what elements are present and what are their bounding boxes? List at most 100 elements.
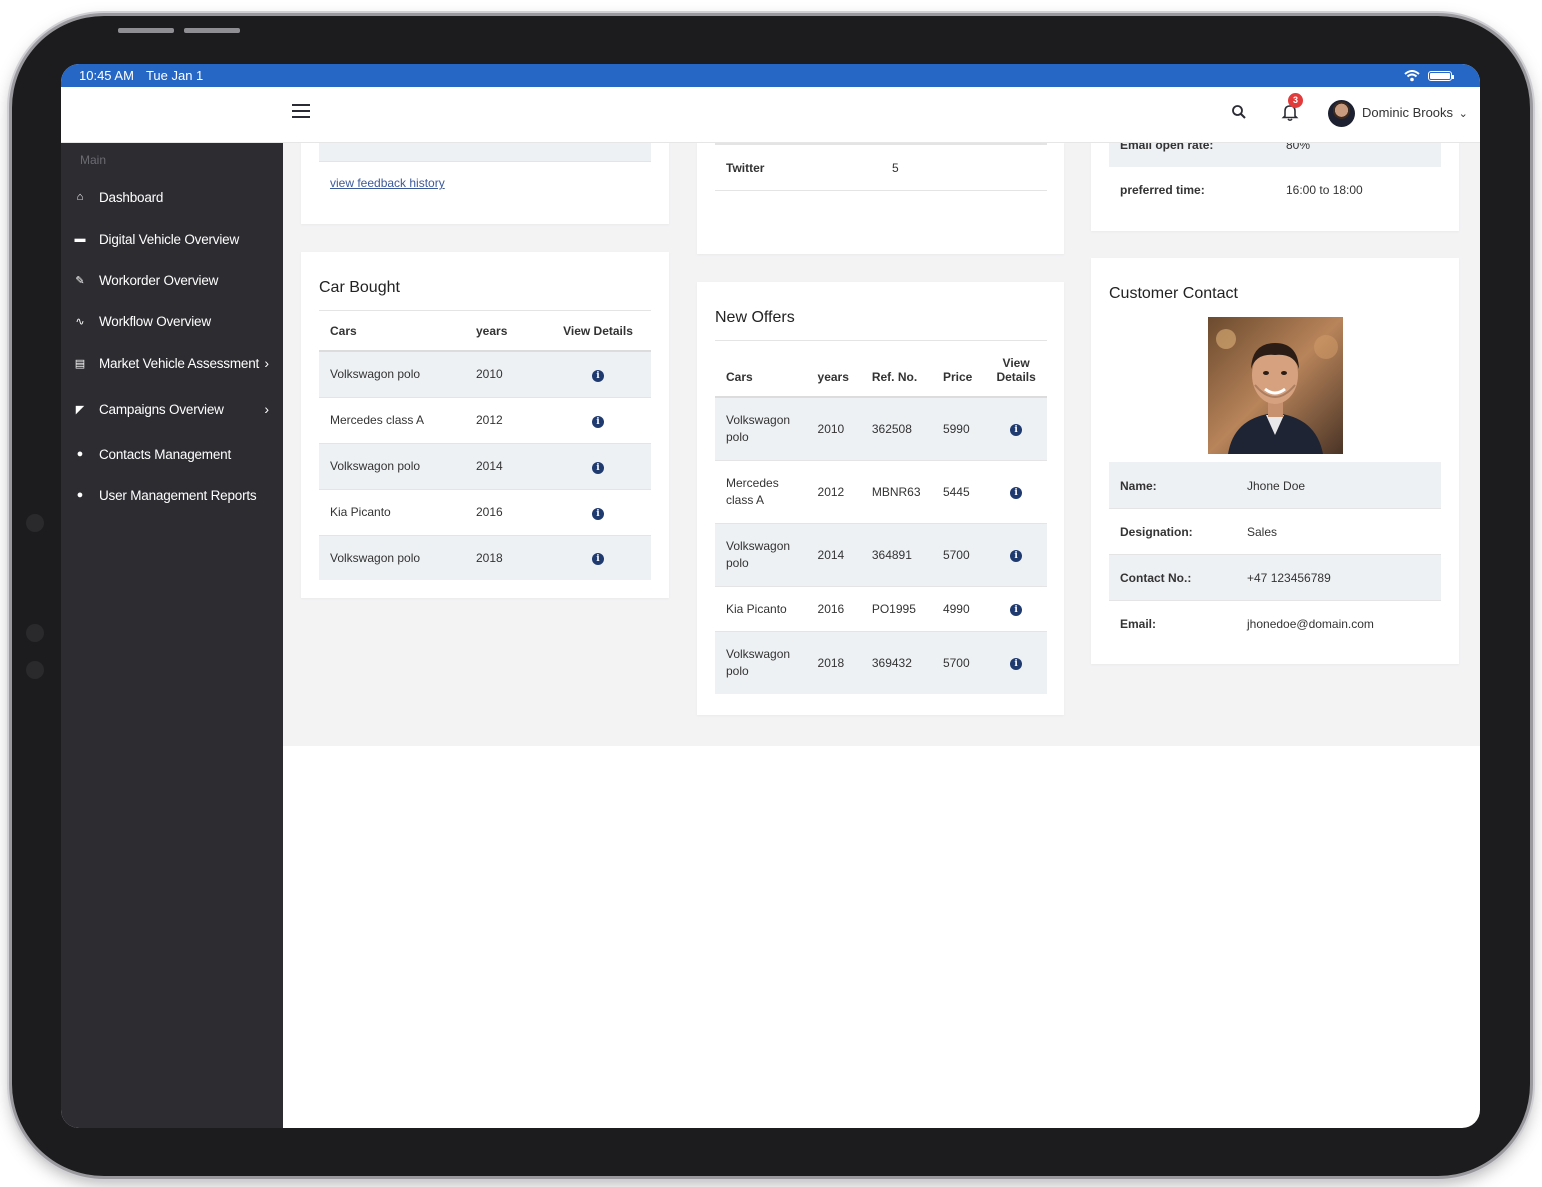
feedback-history-link[interactable]: view feedback history xyxy=(330,176,445,190)
app-screen: 10:45 AM Tue Jan 1 3 Dominic Brooks ⌄ Ma… xyxy=(61,64,1480,1128)
card-title: Customer Contact xyxy=(1109,285,1238,302)
table-row xyxy=(319,143,651,162)
table-row: Twitter 5 xyxy=(715,145,1047,191)
table-row: Volkswagon polo 2010 362508 5990 i xyxy=(715,397,1047,460)
table-row: Mercedes class A 2012 i xyxy=(319,397,651,443)
year-cell: 2012 xyxy=(817,484,845,499)
info-icon[interactable]: i xyxy=(592,553,604,566)
price-cell: 5700 xyxy=(931,631,986,694)
price-cell: 5445 xyxy=(942,484,970,499)
main-content: view feedback history Twitter 5 Email op… xyxy=(283,143,1480,746)
menu-toggle-button[interactable] xyxy=(292,104,310,118)
sidebar-item-contacts-management[interactable]: ● Contacts Management xyxy=(61,439,283,469)
sidebar-item-label: User Management Reports xyxy=(99,487,257,503)
customer-contact-card: Customer Contact Name: Jhone Doe Designa… xyxy=(1091,258,1459,664)
car-bought-card: Car Bought Cars years View Details Volks… xyxy=(301,252,669,598)
table-row: Kia Picanto 2016 i xyxy=(319,489,651,535)
contact-field-label: Email: xyxy=(1120,617,1157,631)
table-row: Volkswagon polo 2014 i xyxy=(319,443,651,489)
contact-field-value[interactable]: jhonedoe@domain.com xyxy=(1247,617,1374,631)
sidebar-item-market-vehicle-assessment[interactable]: ▤ Market Vehicle Assessment › xyxy=(61,348,283,378)
contact-field-value: Sales xyxy=(1247,525,1278,539)
year-cell: 2016 xyxy=(817,601,845,616)
info-icon[interactable]: i xyxy=(592,461,604,474)
car-cell: Volkswagon polo xyxy=(319,443,465,489)
table-row: preferred time: 16:00 to 18:00 xyxy=(1109,167,1441,212)
preferred-time-label: preferred time: xyxy=(1120,183,1205,197)
user-name: Dominic Brooks xyxy=(1362,105,1454,120)
email-stats-card: Email open rate: 80% preferred time: 16:… xyxy=(1091,143,1459,231)
chevron-right-icon: › xyxy=(264,355,269,371)
social-card: Twitter 5 xyxy=(697,143,1064,254)
table-row: Mercedes class A 2012 MBNR63 5445 i xyxy=(715,460,1047,523)
year-cell: 2014 xyxy=(465,443,545,489)
info-icon[interactable]: i xyxy=(1010,550,1023,562)
year-cell: 2010 xyxy=(465,351,545,397)
year-cell: 2012 xyxy=(476,413,503,427)
user-menu[interactable]: Dominic Brooks ⌄ xyxy=(1362,105,1468,120)
table-row: Volkswagon polo 2018 i xyxy=(319,535,651,580)
device-sensor xyxy=(26,661,44,679)
sidebar-item-workflow-overview[interactable]: ∿ Workflow Overview xyxy=(61,306,283,336)
contact-field-label: Name: xyxy=(1120,479,1157,493)
sidebar-item-user-management-reports[interactable]: ● User Management Reports xyxy=(61,480,283,510)
car-cell: Mercedes class A xyxy=(330,413,425,427)
sidebar-item-campaigns-overview[interactable]: ◤ Campaigns Overview › xyxy=(61,394,283,424)
bullhorn-icon: ◤ xyxy=(75,403,85,416)
column-header: years xyxy=(817,370,849,384)
notification-badge: 3 xyxy=(1288,93,1303,108)
column-header: Price xyxy=(942,370,973,384)
sidebar-item-label: Contacts Management xyxy=(99,446,232,462)
email-open-rate-label: Email open rate: xyxy=(1120,143,1214,152)
sidebar-item-dashboard[interactable]: ⌂ Dashboard xyxy=(61,182,283,212)
top-navbar: 3 Dominic Brooks ⌄ xyxy=(61,87,1480,143)
info-icon[interactable]: i xyxy=(1010,487,1023,499)
avatar[interactable] xyxy=(1328,100,1355,127)
device-sensor xyxy=(26,514,44,532)
car-cell: Volkswagon polo xyxy=(319,535,465,580)
info-icon[interactable]: i xyxy=(1010,424,1023,437)
sidebar-item-label: Workorder Overview xyxy=(99,272,219,288)
table-header-row: Cars years Ref. No. Price View Details xyxy=(715,341,1047,397)
year-cell: 2016 xyxy=(476,505,503,519)
preferred-time-value: 16:00 to 18:00 xyxy=(1286,183,1363,197)
status-time: 10:45 AM xyxy=(79,68,134,83)
search-icon[interactable] xyxy=(1231,104,1247,120)
email-open-rate-value: 80% xyxy=(1286,143,1311,152)
sidebar-item-label: Workflow Overview xyxy=(99,313,211,329)
table-row: Name: Jhone Doe xyxy=(1109,462,1441,509)
column-header: Ref. No. xyxy=(871,370,918,384)
info-icon[interactable]: i xyxy=(1010,604,1023,616)
sidebar-item-label: Dashboard xyxy=(99,189,164,205)
info-icon[interactable]: i xyxy=(592,415,604,428)
table-row: Volkswagon polo 2014 364891 5700 i xyxy=(715,523,1047,586)
car-cell: Volkswagon polo xyxy=(715,523,807,586)
tablet-frame: 10:45 AM Tue Jan 1 3 Dominic Brooks ⌄ Ma… xyxy=(12,16,1530,1176)
sidebar-item-digital-vehicle-overview[interactable]: ▬ Digital Vehicle Overview xyxy=(61,224,283,254)
contact-field-value: +47 123456789 xyxy=(1247,571,1331,585)
device-button xyxy=(184,28,240,33)
table-row: Designation: Sales xyxy=(1109,509,1441,555)
social-value: 5 xyxy=(892,161,899,175)
card-title: Car Bought xyxy=(319,279,400,296)
battery-icon xyxy=(1428,70,1454,81)
sidebar-item-label: Market Vehicle Assessment xyxy=(99,355,260,371)
price-cell: 5700 xyxy=(931,523,986,586)
info-icon[interactable]: i xyxy=(1010,658,1023,671)
ref-cell: MBNR63 xyxy=(871,484,921,499)
column-header: View Details xyxy=(996,356,1036,384)
car-cell: Volkswagon polo xyxy=(715,397,807,460)
info-icon[interactable]: i xyxy=(592,507,604,520)
info-icon[interactable]: i xyxy=(592,369,604,382)
car-icon: ▬ xyxy=(74,233,86,245)
device-sensor xyxy=(26,624,44,642)
year-cell: 2018 xyxy=(465,535,545,580)
table-row: Email open rate: 80% xyxy=(1109,143,1441,167)
sidebar-item-workorder-overview[interactable]: ✎ Workorder Overview xyxy=(61,265,283,295)
card-title: New Offers xyxy=(715,309,795,326)
new-offers-card: New Offers Cars years Ref. No. Price Vie… xyxy=(697,282,1064,715)
table-row: Contact No.: +47 123456789 xyxy=(1109,555,1441,601)
price-cell: 4990 xyxy=(942,601,970,616)
ref-cell: 362508 xyxy=(860,397,932,460)
year-cell: 2014 xyxy=(806,523,861,586)
